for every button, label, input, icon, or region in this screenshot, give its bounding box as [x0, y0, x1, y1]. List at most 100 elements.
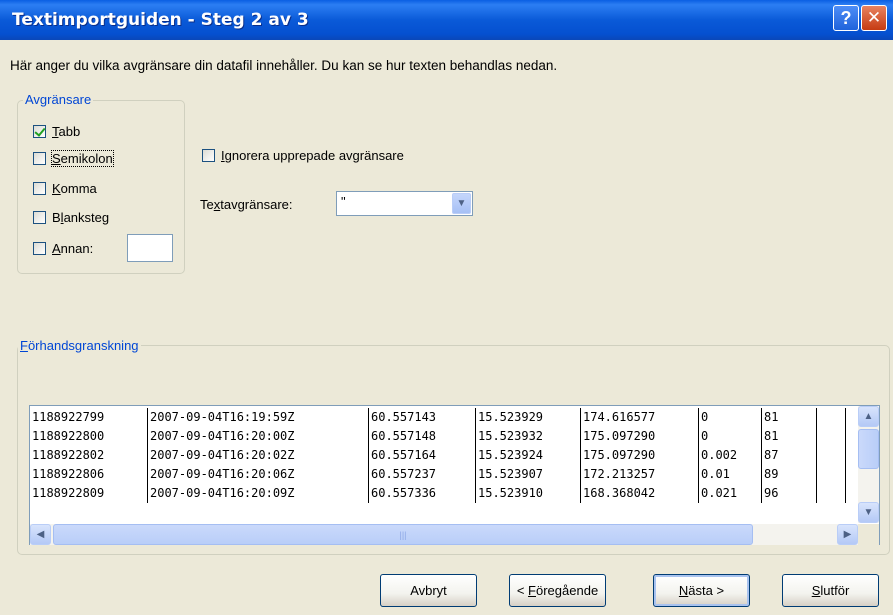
table-cell: 2007-09-04T16:19:59Z	[147, 408, 369, 427]
table-cell: 1188922802	[30, 446, 148, 465]
table-row: 1188922806 2007-09-04T16:20:06Z 60.55723…	[30, 465, 846, 484]
table-cell: 172.213257	[580, 465, 699, 484]
comma-checkbox[interactable]	[33, 182, 46, 195]
table-cell: 60.557148	[368, 427, 476, 446]
table-row: 1188922799 2007-09-04T16:19:59Z 60.55714…	[30, 408, 846, 427]
table-cell	[816, 484, 846, 503]
vertical-scroll-thumb[interactable]	[858, 429, 879, 469]
help-icon: ?	[840, 7, 852, 28]
grip-icon: |||	[399, 529, 407, 540]
table-cell: 60.557336	[368, 484, 476, 503]
table-row: 1188922802 2007-09-04T16:20:02Z 60.55716…	[30, 446, 846, 465]
table-cell: 15.523932	[475, 427, 581, 446]
text-qualifier-label: Textavgränsare:	[200, 197, 293, 212]
tab-label: Tabb	[52, 124, 81, 139]
table-cell: 15.523929	[475, 408, 581, 427]
scrollbar-corner	[858, 524, 879, 545]
scroll-right-button[interactable]: ▶	[837, 524, 858, 545]
chevron-up-icon: ▲	[863, 411, 874, 422]
table-cell: 2007-09-04T16:20:00Z	[147, 427, 369, 446]
table-cell: 96	[761, 484, 817, 503]
back-button[interactable]: < Föregående	[509, 574, 606, 607]
chevron-left-icon: ◀	[36, 529, 45, 540]
space-label: Blanksteg	[52, 210, 110, 225]
horizontal-scroll-thumb[interactable]: |||	[53, 524, 753, 545]
horizontal-scrollbar[interactable]: ◀ ||| ▶	[30, 524, 858, 545]
table-cell: 0.01	[698, 465, 762, 484]
table-cell: 60.557237	[368, 465, 476, 484]
next-button-label: Nästa >	[678, 583, 725, 598]
preview-table: 1188922799 2007-09-04T16:19:59Z 60.55714…	[30, 408, 846, 503]
ignore-repeated-row[interactable]: Ignorera upprepade avgränsare	[202, 148, 404, 163]
text-qualifier-select[interactable]: " ▼	[336, 191, 473, 216]
table-cell: 0	[698, 427, 762, 446]
table-cell: 1188922800	[30, 427, 148, 446]
table-cell: 15.523924	[475, 446, 581, 465]
table-cell: 174.616577	[580, 408, 699, 427]
table-cell: 60.557143	[368, 408, 476, 427]
table-cell	[816, 446, 846, 465]
ignore-repeated-label: Ignorera upprepade avgränsare	[221, 148, 404, 163]
table-cell: 15.523910	[475, 484, 581, 503]
semicolon-checkbox[interactable]	[33, 152, 46, 165]
chevron-right-icon: ▶	[843, 529, 852, 540]
other-checkbox-row[interactable]: Annan:	[33, 241, 93, 256]
title-bar: Textimportguiden - Steg 2 av 3 ? ✕	[0, 0, 893, 40]
table-row: 1188922800 2007-09-04T16:20:00Z 60.55714…	[30, 427, 846, 446]
close-button[interactable]: ✕	[861, 5, 887, 31]
table-cell: 2007-09-04T16:20:02Z	[147, 446, 369, 465]
table-cell	[816, 427, 846, 446]
semicolon-checkbox-row[interactable]: Semikolon	[33, 150, 114, 167]
chevron-down-icon: ▼	[863, 507, 874, 518]
table-cell: 1188922806	[30, 465, 148, 484]
semicolon-label: Semikolon	[51, 150, 114, 167]
table-row: 1188922809 2007-09-04T16:20:09Z 60.55733…	[30, 484, 846, 503]
finish-button-label: Slutför	[811, 583, 850, 598]
preview-legend: Förhandsgranskning	[18, 338, 141, 353]
other-delimiter-input[interactable]	[127, 234, 173, 262]
table-cell: 175.097290	[580, 427, 699, 446]
cancel-button-label: Avbryt	[410, 583, 447, 598]
table-cell	[816, 465, 846, 484]
instruction-text: Här anger du vilka avgränsare din datafi…	[10, 58, 558, 73]
other-checkbox[interactable]	[33, 242, 46, 255]
vertical-scrollbar[interactable]: ▲ ▼	[858, 406, 879, 523]
chevron-down-icon[interactable]: ▼	[452, 193, 471, 214]
table-cell: 81	[761, 408, 817, 427]
cancel-button[interactable]: Avbryt	[380, 574, 477, 607]
table-cell: 175.097290	[580, 446, 699, 465]
table-cell: 1188922809	[30, 484, 148, 503]
tab-checkbox-row[interactable]: Tabb	[33, 124, 80, 139]
window-title: Textimportguiden - Steg 2 av 3	[12, 10, 309, 30]
other-label: Annan:	[52, 241, 94, 256]
table-cell: 15.523907	[475, 465, 581, 484]
table-cell	[816, 408, 846, 427]
help-button[interactable]: ?	[833, 5, 859, 31]
tab-checkbox[interactable]	[33, 125, 46, 138]
comma-checkbox-row[interactable]: Komma	[33, 181, 97, 196]
next-button[interactable]: Nästa >	[653, 574, 750, 607]
delimiters-legend: Avgränsare	[23, 92, 94, 107]
scroll-down-button[interactable]: ▼	[858, 502, 879, 523]
comma-label: Komma	[52, 181, 97, 196]
finish-button[interactable]: Slutför	[782, 574, 879, 607]
table-cell: 89	[761, 465, 817, 484]
table-cell: 1188922799	[30, 408, 148, 427]
space-checkbox[interactable]	[33, 211, 46, 224]
table-cell: 2007-09-04T16:20:06Z	[147, 465, 369, 484]
table-cell: 60.557164	[368, 446, 476, 465]
ignore-repeated-checkbox[interactable]	[202, 149, 215, 162]
scroll-up-button[interactable]: ▲	[858, 406, 879, 427]
close-icon: ✕	[866, 8, 882, 27]
table-cell: 2007-09-04T16:20:09Z	[147, 484, 369, 503]
table-cell: 0	[698, 408, 762, 427]
table-cell: 168.368042	[580, 484, 699, 503]
scroll-left-button[interactable]: ◀	[30, 524, 51, 545]
text-qualifier-value: "	[341, 194, 346, 209]
table-cell: 0.002	[698, 446, 762, 465]
table-cell: 0.021	[698, 484, 762, 503]
table-cell: 81	[761, 427, 817, 446]
table-cell: 87	[761, 446, 817, 465]
back-button-label: < Föregående	[516, 583, 599, 598]
space-checkbox-row[interactable]: Blanksteg	[33, 210, 109, 225]
